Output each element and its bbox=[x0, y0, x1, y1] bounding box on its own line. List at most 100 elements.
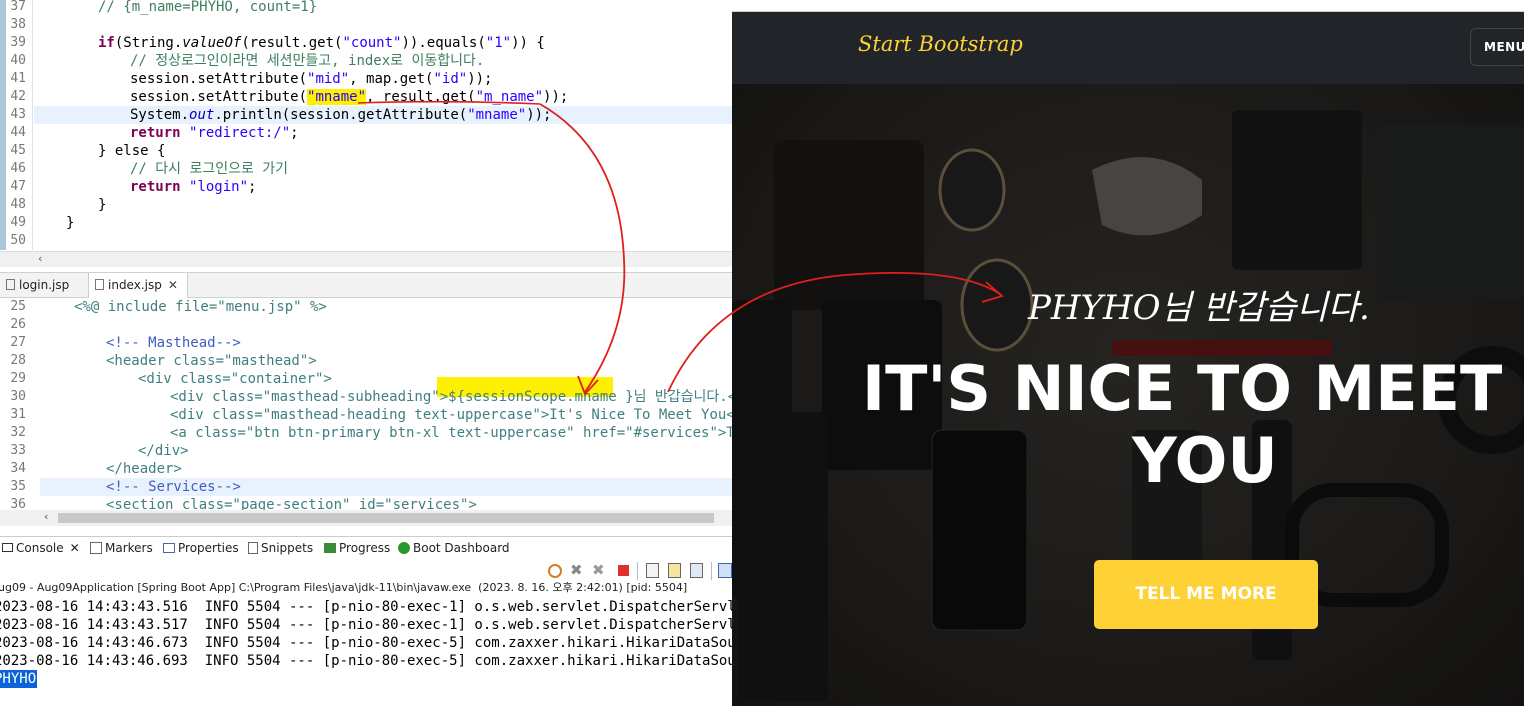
line-number: 46 bbox=[10, 161, 26, 176]
line-number: 49 bbox=[10, 215, 26, 230]
code-text: // {m_name=PHYHO, count=1} bbox=[98, 0, 318, 15]
toolbar-separator bbox=[637, 562, 638, 580]
code-tag: <a class="btn btn-primary btn-xl text-up… bbox=[170, 425, 732, 441]
code-text: )) { bbox=[511, 35, 545, 51]
code-field: out bbox=[189, 107, 215, 123]
code-line: 50 bbox=[0, 232, 732, 250]
navbar-brand[interactable]: Start Bootstrap bbox=[858, 32, 1023, 56]
code-line: 48} bbox=[0, 196, 732, 214]
code-comment: <!-- Masthead--> bbox=[106, 335, 241, 351]
tab-login-jsp[interactable]: login.jsp bbox=[0, 273, 77, 297]
code-string: "mname" bbox=[467, 107, 527, 123]
line-number: 39 bbox=[10, 35, 26, 50]
code-comment: // 다시 로그인으로 가기 bbox=[130, 161, 289, 177]
tell-me-more-button[interactable]: TELL ME MORE bbox=[1094, 560, 1318, 629]
tab-label: login.jsp bbox=[19, 278, 70, 292]
navbar: Start Bootstrap MENU bbox=[732, 12, 1524, 84]
line-number: 37 bbox=[10, 0, 26, 14]
line-number: 27 bbox=[10, 335, 26, 350]
code-tag: <div class="masthead-heading text-upperc… bbox=[170, 407, 732, 423]
code-tag: <header class="masthead"> bbox=[106, 353, 317, 369]
masthead-heading-line2: YOU bbox=[1132, 424, 1278, 497]
progress-icon bbox=[324, 543, 336, 553]
code-directive: <%@ include file="menu.jsp" %> bbox=[74, 299, 327, 315]
code-line: 37 // {m_name=PHYHO, count=1} bbox=[0, 0, 732, 16]
code-text: ; bbox=[290, 125, 299, 141]
tab-properties[interactable]: Properties bbox=[163, 537, 239, 559]
tab-index-jsp[interactable]: index.jsp ✕ bbox=[88, 273, 188, 298]
terminate-icon[interactable] bbox=[618, 565, 629, 576]
log-line: 2023-08-16 14:43:46.673 INFO 5504 --- [p… bbox=[0, 635, 732, 651]
masthead-heading-line1: IT'S NICE TO MEET bbox=[862, 352, 1503, 425]
code-tag: <div class="masthead-subheading">${sessi… bbox=[170, 389, 732, 405]
code-tag: </div> bbox=[138, 443, 189, 459]
line-number: 40 bbox=[10, 53, 26, 68]
jsp-editor[interactable]: 25 <%@ include file="menu.jsp" %> 26 27 <!… bbox=[0, 298, 732, 513]
line-number: 48 bbox=[10, 197, 26, 212]
line-number: 30 bbox=[10, 389, 26, 404]
code-line: 41 session.setAttribute("mid", map.get("i… bbox=[0, 70, 732, 88]
code-text: session.setAttribute( bbox=[130, 89, 308, 105]
code-line: 39 if(String.valueOf(result.get("count"))… bbox=[0, 34, 732, 52]
code-comment: <!-- Services--> bbox=[106, 479, 241, 495]
code-line: 43 System.out.println(session.getAttribut… bbox=[0, 106, 732, 124]
tab-console[interactable]: Console ✕ bbox=[0, 537, 80, 559]
tab-markers[interactable]: Markers bbox=[90, 537, 153, 559]
code-text: (String. bbox=[114, 35, 183, 51]
jsp-horizontal-scrollbar[interactable]: ‹ bbox=[0, 510, 732, 526]
line-number: 38 bbox=[10, 17, 26, 32]
markers-icon bbox=[90, 542, 102, 554]
code-text: } bbox=[66, 215, 75, 231]
java-editor[interactable]: 37 // {m_name=PHYHO, count=1} 38 39 if(Str… bbox=[0, 0, 732, 252]
tell-me-more-label: TELL ME MORE bbox=[1135, 584, 1277, 604]
jsp-file-icon bbox=[95, 279, 104, 290]
menu-button[interactable]: MENU bbox=[1470, 28, 1524, 66]
line-number: 35 bbox=[10, 479, 26, 494]
code-text: )).equals( bbox=[401, 35, 486, 51]
tab-boot-dashboard[interactable]: Boot Dashboard bbox=[398, 537, 510, 559]
scroll-left-icon[interactable]: ‹ bbox=[38, 252, 42, 265]
code-text: } bbox=[98, 197, 107, 213]
code-string: "m_name" bbox=[475, 89, 544, 105]
close-icon[interactable]: ✕ bbox=[70, 541, 80, 555]
remove-all-icon[interactable]: ✖ bbox=[592, 561, 605, 579]
scroll-left-icon[interactable]: ‹ bbox=[44, 510, 48, 523]
code-text: session.setAttribute( bbox=[130, 71, 308, 87]
console-output[interactable]: ug09 - Aug09Application [Spring Boot App… bbox=[0, 580, 732, 706]
code-keyword: if bbox=[98, 35, 115, 51]
code-string: "count" bbox=[342, 35, 402, 51]
console-selected-output: PHYHO bbox=[0, 670, 38, 688]
close-icon[interactable]: ✕ bbox=[168, 278, 178, 292]
code-string: "login" bbox=[189, 179, 249, 195]
pin-icon[interactable] bbox=[548, 564, 562, 578]
scrollbar-thumb[interactable] bbox=[58, 513, 714, 523]
tab-snippets[interactable]: Snippets bbox=[248, 537, 313, 559]
tab-progress[interactable]: Progress bbox=[324, 537, 390, 559]
top-border bbox=[732, 0, 1524, 12]
code-line: 44 return "redirect:/"; bbox=[0, 124, 732, 142]
code-string: "redirect:/" bbox=[189, 125, 291, 141]
code-string-highlighted: "mname" bbox=[307, 89, 367, 105]
masthead-subheading: PHYHO님 반갑습니다. bbox=[1028, 288, 1370, 328]
display-console-icon[interactable] bbox=[718, 563, 732, 578]
eclipse-ide: 37 // {m_name=PHYHO, count=1} 38 39 if(Str… bbox=[0, 0, 732, 706]
browser-viewport: Start Bootstrap MENU PHYHO님 반갑습니다. IT'S … bbox=[732, 0, 1524, 706]
code-text: ; bbox=[248, 179, 257, 195]
line-number: 44 bbox=[10, 125, 26, 140]
remove-launch-icon[interactable]: ✖ bbox=[570, 561, 583, 579]
clear-console-icon[interactable] bbox=[646, 563, 659, 578]
line-number: 32 bbox=[10, 425, 26, 440]
word-wrap-icon[interactable] bbox=[690, 563, 703, 578]
line-number: 34 bbox=[10, 461, 26, 476]
code-string: "mid" bbox=[307, 71, 350, 87]
log-line: 2023-08-16 14:43:43.517 INFO 5504 --- [p… bbox=[0, 617, 732, 633]
code-line: 42 session.setAttribute("mname", result.g… bbox=[0, 88, 732, 106]
scroll-lock-icon[interactable] bbox=[668, 563, 681, 578]
editor-tab-bar: login.jsp index.jsp ✕ bbox=[0, 272, 732, 298]
horizontal-scrollbar[interactable]: ‹ bbox=[0, 251, 732, 267]
code-text: } else { bbox=[98, 143, 166, 159]
log-line: 2023-08-16 14:43:43.516 INFO 5504 --- [p… bbox=[0, 599, 732, 615]
line-number: 41 bbox=[10, 71, 26, 86]
log-line: 2023-08-16 14:43:46.693 INFO 5504 --- [p… bbox=[0, 653, 732, 669]
code-line: 38 bbox=[0, 16, 732, 34]
